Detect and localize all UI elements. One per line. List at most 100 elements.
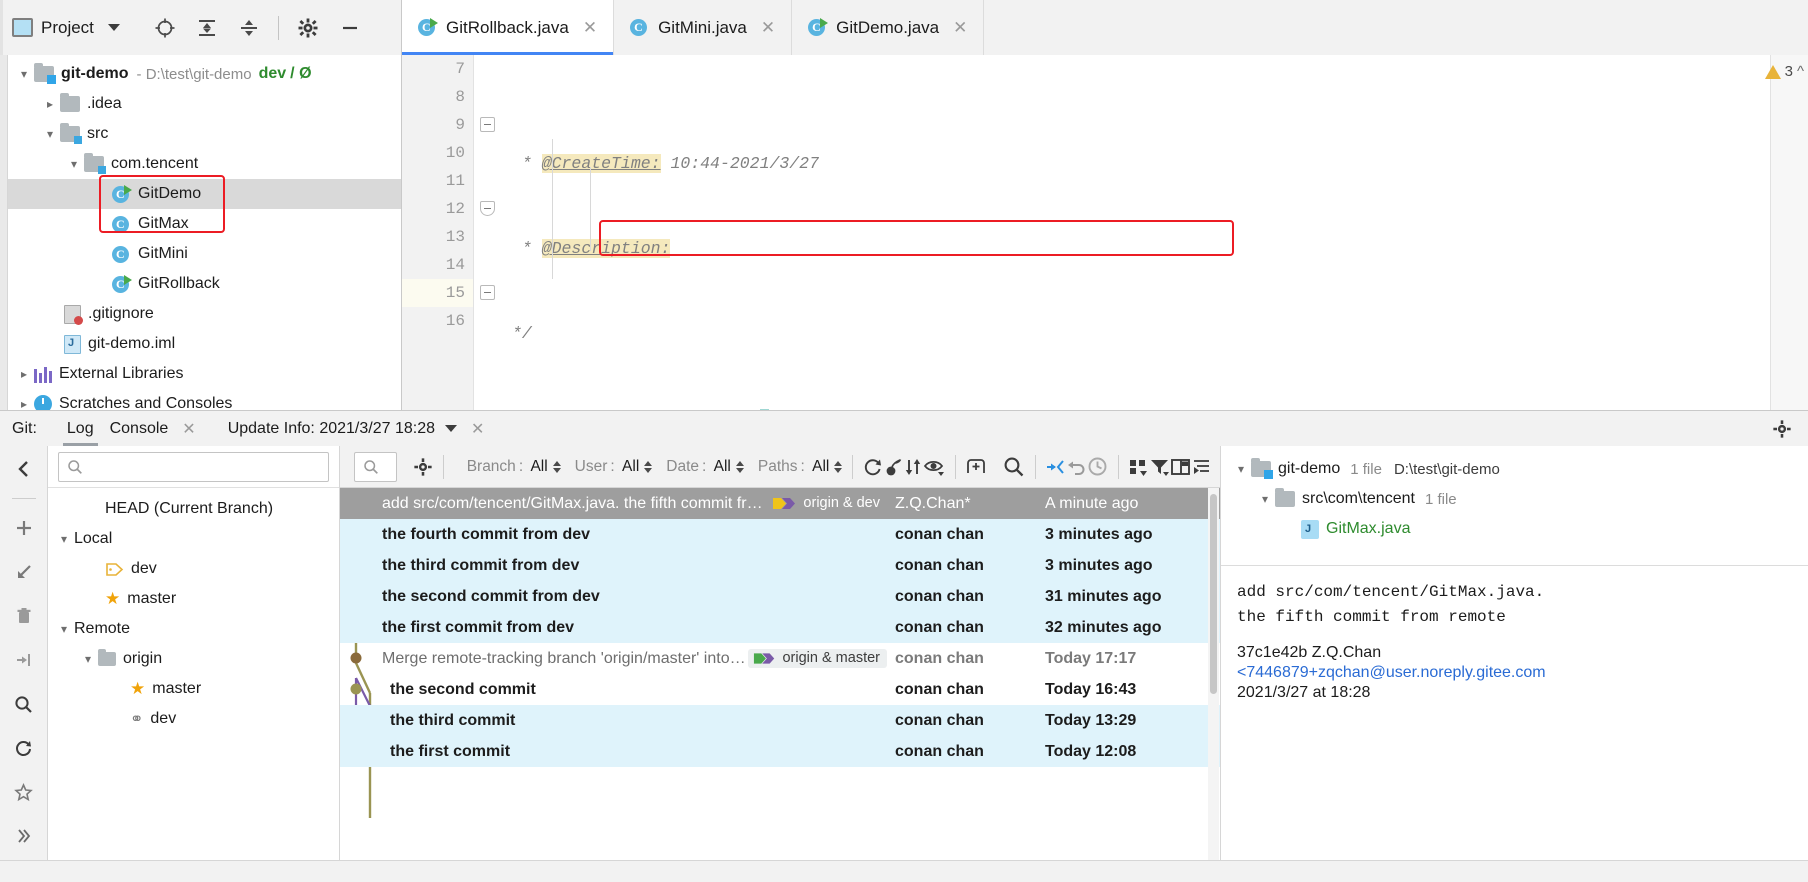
chevron-down-icon[interactable] xyxy=(1231,462,1251,476)
tree-item-gitmax[interactable]: C GitMax xyxy=(0,209,401,239)
grouping-icon[interactable] xyxy=(1128,452,1149,482)
branch-item-dev[interactable]: dev xyxy=(48,554,339,584)
tree-item-scratches[interactable]: Scratches and Consoles xyxy=(0,389,401,410)
chevron-down-icon[interactable] xyxy=(444,425,457,432)
fold-marker-icon[interactable] xyxy=(480,117,495,132)
commit-ref-label[interactable]: origin & master xyxy=(748,649,887,668)
more-icon[interactable] xyxy=(9,821,39,851)
gear-icon[interactable] xyxy=(413,452,433,482)
close-icon[interactable]: ✕ xyxy=(583,18,597,38)
merge-icon[interactable] xyxy=(9,645,39,675)
delete-icon[interactable] xyxy=(9,601,39,631)
chevron-down-icon[interactable] xyxy=(78,652,98,666)
chevron-right-icon[interactable] xyxy=(14,367,34,381)
search-icon[interactable] xyxy=(9,689,39,719)
editor-tab-gitrollback[interactable]: C GitRollback.java ✕ xyxy=(402,0,615,55)
changed-files-tree[interactable]: git-demo 1 file D:\test\git-demo src\com… xyxy=(1221,446,1808,566)
inspection-summary[interactable]: 3 ^ xyxy=(1764,63,1804,80)
fold-marker-icon[interactable] xyxy=(480,285,495,300)
tab-console[interactable]: Console xyxy=(102,411,177,446)
sort-icon[interactable] xyxy=(903,452,923,482)
chevron-down-icon[interactable] xyxy=(64,157,84,171)
close-icon[interactable]: ✕ xyxy=(471,419,484,439)
commit-row[interactable]: the second commit from dev conan chan 31… xyxy=(340,581,1220,612)
filter-date[interactable]: Date: All xyxy=(666,458,744,476)
commit-row[interactable]: the third commit from dev conan chan 3 m… xyxy=(340,550,1220,581)
gear-icon[interactable] xyxy=(1772,419,1792,443)
tree-item-idea[interactable]: .idea xyxy=(0,89,401,119)
chevron-up-icon[interactable]: ^ xyxy=(1797,63,1804,80)
cherry-pick-icon[interactable] xyxy=(883,452,903,482)
locate-icon[interactable] xyxy=(152,15,178,41)
tree-item-gitignore[interactable]: .gitignore xyxy=(0,299,401,329)
gear-icon[interactable] xyxy=(295,15,321,41)
refresh-icon[interactable] xyxy=(863,452,883,482)
commit-row[interactable]: the first commit conan chan Today 12:08 xyxy=(340,736,1220,767)
branch-item-master[interactable]: ★ master xyxy=(48,584,339,614)
commit-ref-label[interactable]: origin & dev xyxy=(767,494,887,513)
history-icon[interactable] xyxy=(1087,452,1108,482)
tree-item-git-demo[interactable]: git-demo - D:\test\git-demo dev / Ø xyxy=(0,59,401,89)
commit-list-scrollbar[interactable] xyxy=(1208,488,1219,882)
filter-branch[interactable]: Branch: All xyxy=(467,458,561,476)
commit-search-input[interactable] xyxy=(354,451,397,482)
chevron-down-icon[interactable] xyxy=(54,532,74,546)
close-icon[interactable]: ✕ xyxy=(953,18,967,38)
chevron-right-icon[interactable] xyxy=(14,397,34,410)
branch-group-remote[interactable]: Remote xyxy=(48,614,339,644)
tab-log[interactable]: Log xyxy=(59,411,102,446)
commit-row[interactable]: add src/com/tencent/GitMax.java. the fif… xyxy=(340,488,1220,519)
chevron-down-icon[interactable] xyxy=(14,67,34,81)
branch-item-head[interactable]: HEAD (Current Branch) xyxy=(48,494,339,524)
editor-tab-gitmini[interactable]: C GitMini.java ✕ xyxy=(614,0,793,55)
commit-row[interactable]: the fourth commit from dev conan chan 3 … xyxy=(340,519,1220,550)
close-icon[interactable]: ✕ xyxy=(761,18,775,38)
code-editor[interactable]: 7 8 9 10 11 12 13 14 15 16 * @CreateTime… xyxy=(402,55,1808,858)
search-icon[interactable] xyxy=(1003,452,1025,482)
tree-item-src[interactable]: src xyxy=(0,119,401,149)
filter-icon[interactable] xyxy=(1149,452,1170,482)
changed-file-dir[interactable]: src\com\tencent 1 file xyxy=(1221,484,1808,514)
commit-row[interactable]: Merge remote-tracking branch 'origin/mas… xyxy=(340,643,1220,674)
intellisort-icon[interactable] xyxy=(965,452,987,482)
commit-row[interactable]: the second commit conan chan Today 16:43 xyxy=(340,674,1220,705)
commit-row[interactable]: the first commit from dev conan chan 32 … xyxy=(340,612,1220,643)
tree-item-gitrollback[interactable]: C GitRollback xyxy=(0,269,401,299)
changed-file-item[interactable]: GitMax.java xyxy=(1221,514,1808,544)
chevron-down-icon[interactable] xyxy=(1255,492,1275,506)
branch-search-input[interactable] xyxy=(58,451,329,482)
collapse-all-icon[interactable] xyxy=(236,15,262,41)
commit-list[interactable]: add src/com/tencent/GitMax.java. the fif… xyxy=(340,488,1220,882)
branch-item-origin-master[interactable]: ★ master xyxy=(48,674,339,704)
layout-icon[interactable] xyxy=(1170,452,1191,482)
tree-item-external-libraries[interactable]: External Libraries xyxy=(0,359,401,389)
project-view-selector[interactable]: Project xyxy=(12,18,120,38)
expand-all-icon[interactable] xyxy=(194,15,220,41)
branch-item-origin-dev[interactable]: ⚭ dev xyxy=(48,704,339,734)
commit-author-email[interactable]: <7446879+zqchan@user.noreply.gitee.com xyxy=(1221,662,1808,682)
tree-item-iml[interactable]: git-demo.iml xyxy=(0,329,401,359)
tree-item-com-tencent[interactable]: com.tencent xyxy=(0,149,401,179)
branch-group-origin[interactable]: origin xyxy=(48,644,339,674)
chevron-down-icon[interactable] xyxy=(40,127,60,141)
revert-icon[interactable] xyxy=(1066,452,1087,482)
changed-file-root[interactable]: git-demo 1 file D:\test\git-demo xyxy=(1221,454,1808,484)
favorite-icon[interactable] xyxy=(9,777,39,807)
filter-user[interactable]: User: All xyxy=(575,458,653,476)
code-content[interactable]: * @CreateTime: 10:44-2021/3/27 * @Descri… xyxy=(502,55,1770,858)
commit-row[interactable]: the third commit conan chan Today 13:29 xyxy=(340,705,1220,736)
branch-group-local[interactable]: Local xyxy=(48,524,339,554)
show-icon[interactable] xyxy=(923,452,945,482)
editor-tab-gitdemo[interactable]: C GitDemo.java ✕ xyxy=(792,0,985,55)
checkout-icon[interactable] xyxy=(9,557,39,587)
chevron-right-icon[interactable] xyxy=(40,97,60,111)
add-icon[interactable] xyxy=(9,513,39,543)
fold-marker-icon[interactable] xyxy=(480,201,495,216)
refresh-icon[interactable] xyxy=(9,733,39,763)
chevron-down-icon[interactable] xyxy=(54,622,74,636)
editor-inspection-gutter[interactable]: 3 ^ xyxy=(1764,55,1808,410)
collapse-icon[interactable] xyxy=(1045,452,1066,482)
minimize-icon[interactable] xyxy=(337,15,363,41)
close-icon[interactable]: ✕ xyxy=(182,419,195,439)
tree-item-gitmini[interactable]: C GitMini xyxy=(0,239,401,269)
